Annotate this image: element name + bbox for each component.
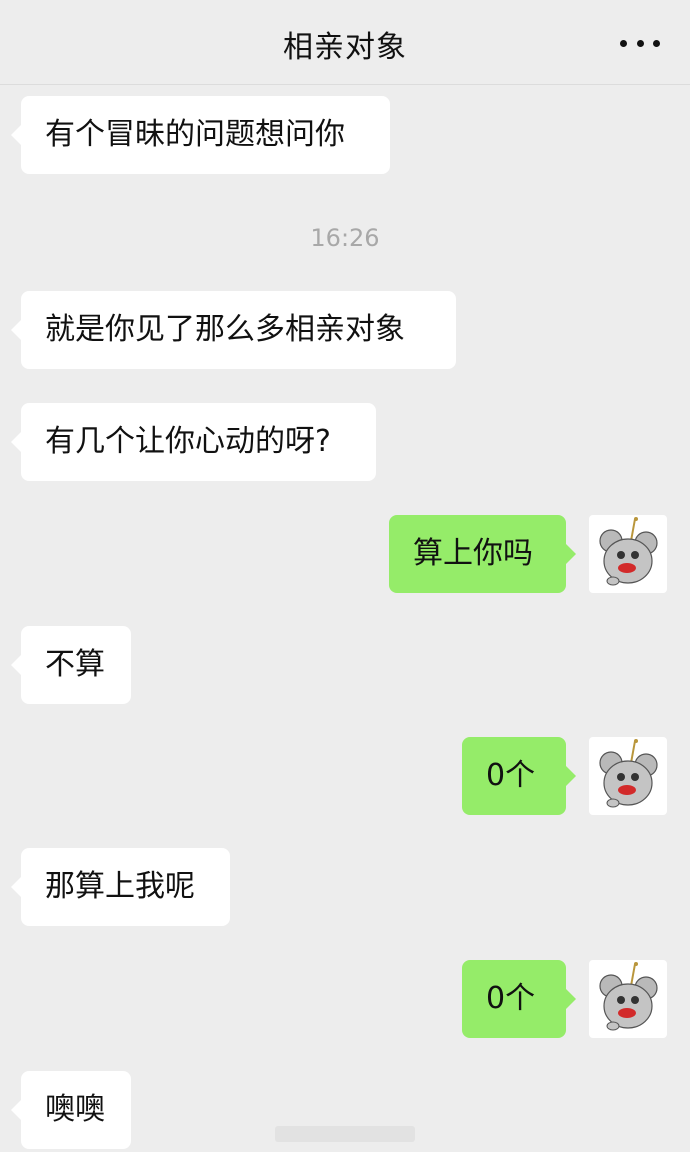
chat-header: 相亲对象 xyxy=(0,0,690,85)
message-timestamp: 16:26 xyxy=(310,224,380,252)
message-text: 不算 xyxy=(45,647,105,682)
more-dot xyxy=(620,39,627,47)
incoming-message-bubble[interactable]: 就是你见了那么多相亲对象 xyxy=(11,291,456,369)
incoming-message-bubble[interactable]: 有几个让你心动的呀? xyxy=(11,403,376,481)
more-dot xyxy=(636,39,644,47)
more-dots-icon[interactable] xyxy=(620,28,660,58)
mouse-sticker-avatar-icon[interactable] xyxy=(589,515,667,593)
message-text: 就是你见了那么多相亲对象 xyxy=(45,312,405,347)
outgoing-message-bubble[interactable]: 算上你吗 xyxy=(389,515,576,593)
chat-title: 相亲对象 xyxy=(283,30,407,65)
outgoing-message-bubble[interactable]: 0个 xyxy=(462,737,576,815)
mouse-sticker-avatar-icon[interactable] xyxy=(589,737,667,815)
incoming-message-bubble[interactable]: 不算 xyxy=(11,626,131,704)
message-text: 算上你吗 xyxy=(413,536,533,571)
incoming-message-bubble[interactable]: 那算上我呢 xyxy=(11,848,230,926)
message-text: 噢噢 xyxy=(45,1092,105,1127)
message-text: 那算上我呢 xyxy=(45,869,195,904)
mouse-sticker-avatar-icon[interactable] xyxy=(589,960,667,1038)
message-text: 有个冒昧的问题想问你 xyxy=(45,117,345,152)
message-text: 0个 xyxy=(486,758,536,793)
more-dot xyxy=(653,39,660,47)
incoming-message-bubble[interactable]: 噢噢 xyxy=(11,1071,131,1149)
watermark xyxy=(275,1126,415,1142)
message-text: 有几个让你心动的呀? xyxy=(45,424,331,459)
incoming-message-bubble[interactable]: 有个冒昧的问题想问你 xyxy=(11,96,390,174)
message-text: 0个 xyxy=(486,981,536,1016)
outgoing-message-bubble[interactable]: 0个 xyxy=(462,960,576,1038)
